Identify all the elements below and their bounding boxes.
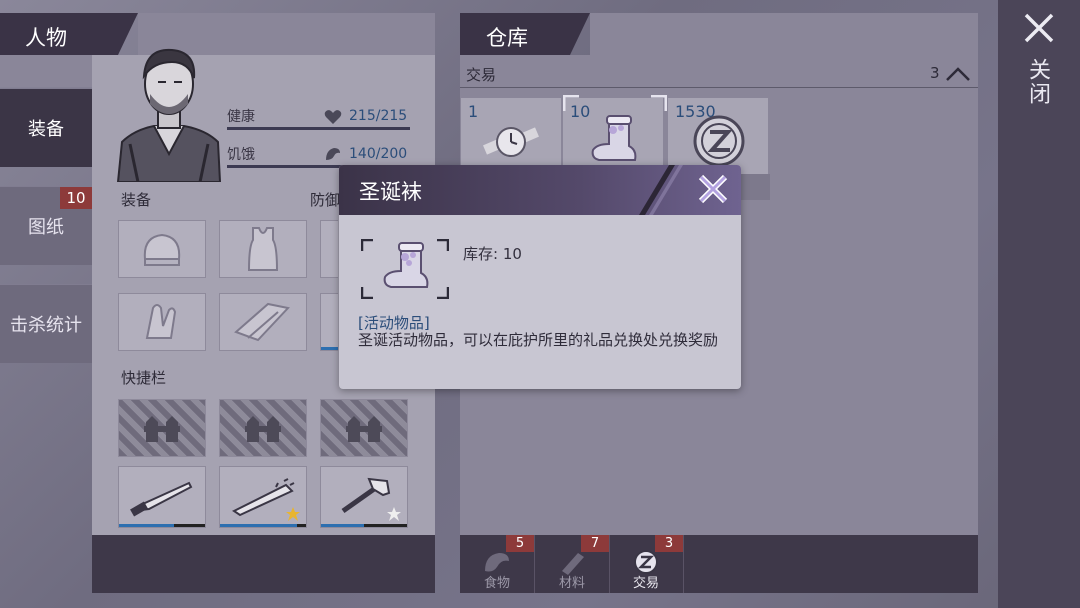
nav-top-strip	[0, 55, 92, 87]
character-portrait	[116, 48, 222, 182]
slot-head[interactable]	[118, 220, 206, 278]
hunger-value: 140/200	[349, 146, 408, 162]
heart-icon	[324, 110, 342, 124]
health-label: 健康	[227, 109, 255, 125]
category-tab-materials[interactable]: 7 材料	[535, 535, 610, 593]
warehouse-subheader[interactable]	[460, 55, 978, 88]
fence-icon	[346, 416, 382, 442]
category-badge: 3	[655, 535, 683, 552]
category-tab-food[interactable]: 5 食物	[460, 535, 535, 593]
beanie-icon	[143, 233, 181, 266]
fence-icon	[144, 416, 180, 442]
machete-icon	[130, 481, 193, 517]
warehouse-title: 仓库	[486, 26, 528, 50]
warehouse-item-coin[interactable]: 1530	[668, 98, 768, 174]
slot-legs[interactable]	[219, 293, 307, 351]
nav-tab-blueprints[interactable]: 图纸 10	[0, 186, 92, 265]
slot-partial-2[interactable]	[320, 293, 338, 351]
popup-stock: 库存: 10	[463, 245, 522, 263]
nav-tab-label: 击杀统计	[10, 315, 82, 336]
close-icon[interactable]	[1023, 12, 1055, 44]
chevron-up-icon[interactable]	[945, 66, 971, 82]
nav-tab-label: 图纸	[28, 217, 64, 238]
item-detail-popup: 圣诞袜 库存: 10 [活动物品] 圣诞活动物品，可以在庇护所里的礼品兑换处兑换…	[339, 165, 741, 389]
defense-label: 防御	[310, 191, 341, 209]
equipment-label: 装备	[121, 191, 152, 209]
quickbar-slot-weapon[interactable]	[219, 466, 307, 528]
warehouse-item-sock[interactable]: 10	[563, 95, 667, 174]
slot-durability-bar	[321, 347, 338, 350]
warehouse-header-bar	[590, 13, 978, 55]
star-gold-icon	[286, 507, 300, 521]
nav-tab-label: 装备	[28, 119, 64, 140]
health-value: 215/215	[349, 108, 408, 124]
slot-durability-bar	[119, 524, 175, 527]
warehouse-item-watch[interactable]: 1	[461, 98, 561, 174]
fence-icon	[245, 416, 281, 442]
category-label: 交易	[632, 576, 659, 591]
food-icon	[326, 148, 340, 160]
star-silver-icon	[387, 507, 401, 521]
health-bar	[227, 127, 410, 130]
watch-icon	[483, 127, 539, 157]
popup-description: 圣诞活动物品，可以在庇护所里的礼品兑换处兑换奖励	[358, 331, 719, 349]
character-bottom-bar	[92, 535, 435, 593]
popup-title: 圣诞袜	[359, 180, 422, 204]
warehouse-category-label: 交易	[466, 66, 497, 84]
christmas-sock-icon	[383, 242, 429, 288]
popup-category: [活动物品]	[358, 314, 430, 332]
category-label: 材料	[558, 576, 585, 591]
slot-body[interactable]	[219, 220, 307, 278]
tank-top-icon	[247, 227, 279, 271]
quickbar-slot-locked-2[interactable]	[219, 399, 307, 457]
character-title: 人物	[25, 26, 67, 50]
christmas-sock-icon	[591, 115, 637, 161]
nav-tab-equipment[interactable]: 装备	[0, 88, 92, 167]
quickbar-label: 快捷栏	[121, 369, 167, 387]
close-button-label[interactable]: 关闭	[1025, 58, 1053, 106]
hunger-label: 饥饿	[227, 147, 255, 163]
category-tab-trade[interactable]: 3 交易	[609, 535, 684, 593]
slot-durability-bar	[220, 524, 298, 527]
slot-durability-bar	[321, 524, 364, 527]
coin-icon	[693, 115, 745, 167]
quickbar-slot-locked-1[interactable]	[118, 399, 206, 457]
quickbar-slot-knife[interactable]	[118, 466, 206, 528]
category-label: 食物	[483, 576, 510, 591]
gloves-icon	[145, 304, 177, 339]
quickbar-slot-locked-3[interactable]	[320, 399, 408, 457]
warehouse-count: 3	[930, 64, 940, 82]
item-qty: 1	[468, 102, 479, 121]
nav-tab-kill-stats[interactable]: 击杀统计	[0, 284, 92, 363]
quickbar-slot-hammer[interactable]	[320, 466, 408, 528]
blueprint-badge: 10	[60, 187, 92, 209]
slot-partial-1[interactable]	[320, 220, 338, 278]
slot-hands[interactable]	[118, 293, 206, 351]
pants-icon	[234, 302, 290, 342]
popup-close-icon[interactable]	[696, 172, 730, 206]
